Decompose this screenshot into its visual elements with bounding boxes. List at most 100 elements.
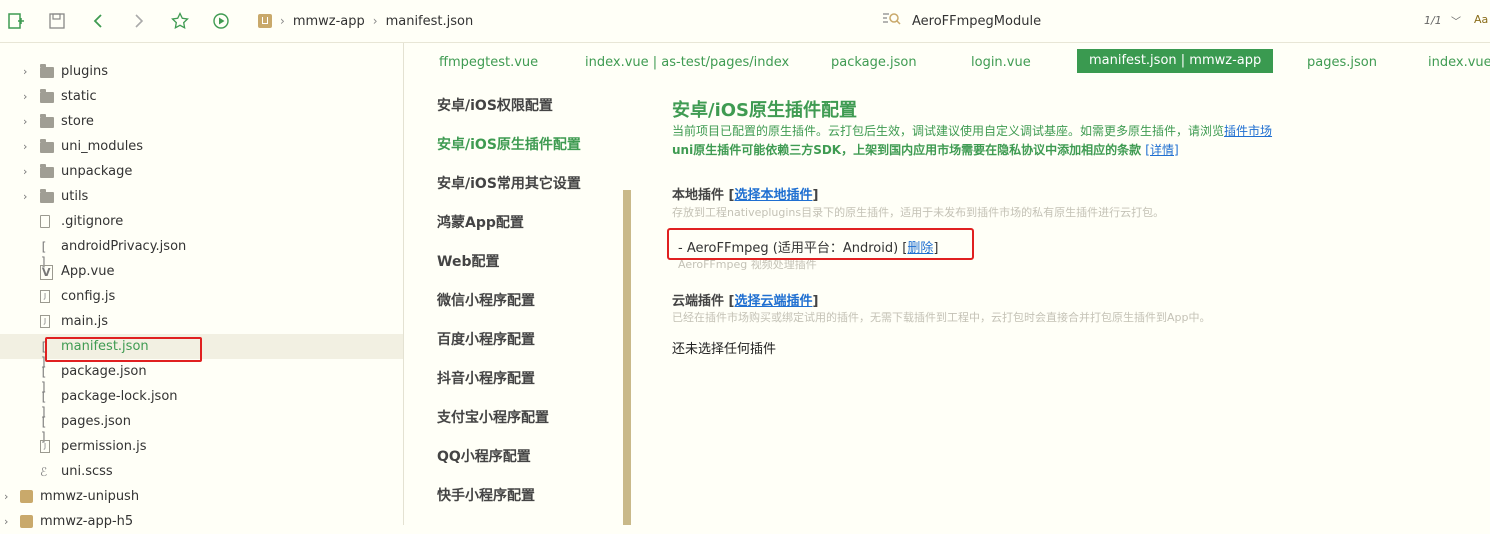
chevron-right-icon[interactable]: › <box>23 90 33 103</box>
tree-folder[interactable]: › uni_modules <box>0 134 403 159</box>
tree-file[interactable]: [ ] package.json <box>0 359 403 394</box>
nav-ios-android-permissions[interactable]: 安卓/iOS权限配置 <box>437 95 553 115</box>
tree-item-label: mmwz-unipush <box>40 489 140 504</box>
description-line-1: 当前项目已配置的原生插件。云打包后生效，调试建议使用自定义调试基座。如需更多原生… <box>672 122 1272 139</box>
tree-folder[interactable]: › static <box>0 84 403 109</box>
select-local-plugin-link[interactable]: 选择本地插件 <box>734 188 812 203</box>
description-text-1: 当前项目已配置的原生插件。云打包后生效，调试建议使用自定义调试基座。如需更多原生… <box>672 124 1225 138</box>
tree-file[interactable]: Jconfig.js <box>0 284 403 309</box>
tree-item-label: .gitignore <box>61 214 124 229</box>
editor-tab-bar: ffmpegtest.vue index.vue | as-test/pages… <box>412 44 1490 78</box>
cloud-plugins-title: 云端插件 <box>672 294 725 309</box>
vue-file-icon-glyph: V <box>40 264 53 280</box>
back-icon[interactable] <box>88 11 108 31</box>
nav-douyin-mp[interactable]: 抖音小程序配置 <box>437 368 535 388</box>
select-cloud-plugin-link[interactable]: 选择云端插件 <box>734 294 812 309</box>
forward-icon[interactable] <box>129 11 149 31</box>
tree-folder[interactable]: › store <box>0 109 403 134</box>
project-icon <box>20 514 34 529</box>
tree-item-label: package-lock.json <box>61 389 178 404</box>
tab-index-vue-as-test[interactable]: index.vue | as-test/pages/index <box>585 52 789 73</box>
tree-folder[interactable]: › utils <box>0 184 403 209</box>
plugin-market-link[interactable]: 插件市场 <box>1224 124 1272 138</box>
tree-file[interactable]: [ ] pages.json <box>0 409 403 444</box>
nav-harmony-app[interactable]: 鸿蒙App配置 <box>437 212 524 232</box>
breadcrumb: › mmwz-app › manifest.json <box>258 11 473 31</box>
run-icon[interactable] <box>211 11 231 31</box>
nav-alipay-mp[interactable]: 支付宝小程序配置 <box>437 407 549 427</box>
chevron-right-icon[interactable]: › <box>4 515 14 528</box>
search-box[interactable]: AeroFFmpegModule <box>882 11 1041 31</box>
chevron-right-icon[interactable]: › <box>4 490 14 503</box>
json-file-icon: [ ] <box>40 240 54 269</box>
project-icon-glyph <box>20 514 33 528</box>
file-icon <box>40 214 54 229</box>
chevron-right-icon: › <box>280 14 285 28</box>
vue-file-icon: V <box>40 264 54 280</box>
project-icon <box>258 14 272 28</box>
project-item[interactable]: › mmwz-unipush <box>0 484 403 509</box>
nav-kuaishou-mp[interactable]: 快手小程序配置 <box>437 485 535 505</box>
details-link[interactable]: [详情] <box>1145 143 1178 157</box>
chevron-down-icon[interactable]: ﹀ <box>1451 13 1461 28</box>
json-file-icon: [ ] <box>40 365 54 394</box>
tree-file[interactable]: [ ] androidPrivacy.json <box>0 234 403 269</box>
tree-file[interactable]: ℰuni.scss <box>0 459 403 484</box>
nav-qq-mp[interactable]: QQ小程序配置 <box>437 446 531 466</box>
tree-item-label: utils <box>61 189 89 204</box>
folder-icon-glyph <box>40 188 54 203</box>
save-icon[interactable] <box>47 11 67 31</box>
annotation-highlight-box <box>45 337 202 362</box>
file-icon-glyph <box>40 214 50 228</box>
page-title: 安卓/iOS原生插件配置 <box>672 100 858 121</box>
js-file-icon: J <box>40 439 54 454</box>
cloud-plugins-hint: 已经在插件市场购买或绑定试用的插件，无需下载插件到工程中，云打包时会直接合并打包… <box>672 311 1211 324</box>
breadcrumb-file[interactable]: manifest.json <box>386 14 474 29</box>
chevron-right-icon[interactable]: › <box>23 165 33 178</box>
tab-package-json[interactable]: package.json <box>831 52 917 73</box>
search-input[interactable]: AeroFFmpegModule <box>912 14 1041 29</box>
folder-icon <box>40 63 54 79</box>
js-file-icon-glyph: J <box>40 289 50 303</box>
nav-weixin-mp[interactable]: 微信小程序配置 <box>437 290 535 310</box>
tab-login-vue[interactable]: login.vue <box>971 52 1031 73</box>
local-plugins-heading: 本地插件 [选择本地插件] <box>672 188 819 203</box>
tree-item-label: plugins <box>61 64 108 79</box>
project-item[interactable]: › mmwz-app-h5 <box>0 509 403 534</box>
folder-icon <box>40 113 54 129</box>
breadcrumb-project[interactable]: mmwz-app <box>293 14 365 29</box>
top-toolbar: › mmwz-app › manifest.json AeroFFmpegMod… <box>0 0 1490 43</box>
nav-native-plugins[interactable]: 安卓/iOS原生插件配置 <box>437 134 581 154</box>
nav-baidu-mp[interactable]: 百度小程序配置 <box>437 329 535 349</box>
tree-file[interactable]: .gitignore <box>0 209 403 234</box>
description-line-2: uni原生插件可能依赖三方SDK，上架到国内应用市场需要在隐私协议中添加相应的条… <box>672 141 1179 158</box>
tree-file[interactable]: [ ] package-lock.json <box>0 384 403 419</box>
nav-other-settings[interactable]: 安卓/iOS常用其它设置 <box>437 173 581 193</box>
tree-item-label: static <box>61 89 97 104</box>
folder-icon-glyph <box>40 163 54 178</box>
js-file-icon-glyph: J <box>40 439 50 453</box>
tree-file[interactable]: V App.vue <box>0 259 403 284</box>
tab-index-vue[interactable]: index.vue <box>1428 52 1490 73</box>
tree-item-label: config.js <box>61 289 116 304</box>
new-file-icon[interactable] <box>6 11 26 31</box>
tree-folder[interactable]: › unpackage <box>0 159 403 184</box>
nav-scrollbar[interactable] <box>623 190 631 525</box>
chevron-right-icon[interactable]: › <box>23 190 33 203</box>
chevron-right-icon[interactable]: › <box>23 140 33 153</box>
tree-folder[interactable]: › plugins <box>0 59 403 84</box>
scss-file-icon-glyph: ℰ <box>40 464 48 479</box>
project-icon <box>20 489 34 504</box>
chevron-right-icon[interactable]: › <box>23 115 33 128</box>
tree-file[interactable]: Jmain.js <box>0 309 403 334</box>
nav-web[interactable]: Web配置 <box>437 251 499 271</box>
tab-manifest-json[interactable]: manifest.json | mmwz-app <box>1077 49 1274 73</box>
tree-item-label: unpackage <box>61 164 133 179</box>
tab-pages-json[interactable]: pages.json <box>1307 52 1377 73</box>
chevron-right-icon[interactable]: › <box>23 65 33 78</box>
match-case-button[interactable]: Aa <box>1474 13 1488 26</box>
tree-file[interactable]: Jpermission.js <box>0 434 403 459</box>
tab-ffmpegtest-vue[interactable]: ffmpegtest.vue <box>439 52 538 73</box>
star-icon[interactable] <box>170 11 190 31</box>
tree-item-label: permission.js <box>61 439 147 454</box>
